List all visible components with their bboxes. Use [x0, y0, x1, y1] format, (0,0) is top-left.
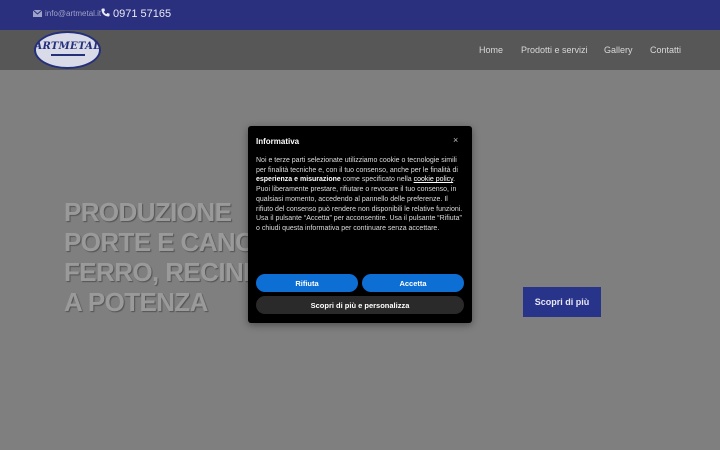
discover-more-button[interactable]: Scopri di più: [523, 287, 601, 317]
body-emphasis: esperienza e misurazione: [256, 176, 341, 184]
nav-contatti[interactable]: Contatti: [650, 45, 681, 55]
email-link[interactable]: info@artmetal.it: [33, 9, 101, 18]
logo-wordmark: ARTMETAL: [34, 40, 101, 52]
cookie-policy-link[interactable]: cookie policy: [414, 176, 454, 183]
body-text: Usa il pulsante “Accetta” per acconsenti…: [256, 215, 462, 232]
phone-text: 0971 57165: [113, 8, 172, 20]
nav-home[interactable]: Home: [479, 45, 503, 55]
dialog-body: Noi e terze parti selezionate utilizziam…: [256, 156, 464, 234]
top-bar: info@artmetal.it 0971 57165: [0, 0, 720, 30]
accept-button[interactable]: Accetta: [362, 274, 464, 292]
close-icon[interactable]: ×: [453, 136, 458, 145]
cookie-consent-dialog: Informativa × Noi e terze parti selezion…: [248, 126, 472, 323]
dialog-title: Informativa: [256, 137, 300, 146]
nav-gallery[interactable]: Gallery: [604, 45, 633, 55]
reject-button[interactable]: Rifiuta: [256, 274, 358, 292]
email-text: info@artmetal.it: [45, 9, 102, 18]
customize-button[interactable]: Scopri di più e personalizza: [256, 296, 464, 314]
body-text: Noi e terze parti selezionate utilizziam…: [256, 157, 458, 174]
phone-link[interactable]: 0971 57165: [101, 8, 171, 20]
nav-prodotti-e-servizi[interactable]: Prodotti e servizi: [521, 45, 588, 55]
artmetal-logo[interactable]: ARTMETAL: [34, 31, 101, 69]
body-text: come specificato nella: [340, 176, 414, 184]
logo-swoosh: [50, 53, 85, 59]
mail-icon: [33, 10, 42, 17]
phone-icon: [101, 8, 110, 20]
